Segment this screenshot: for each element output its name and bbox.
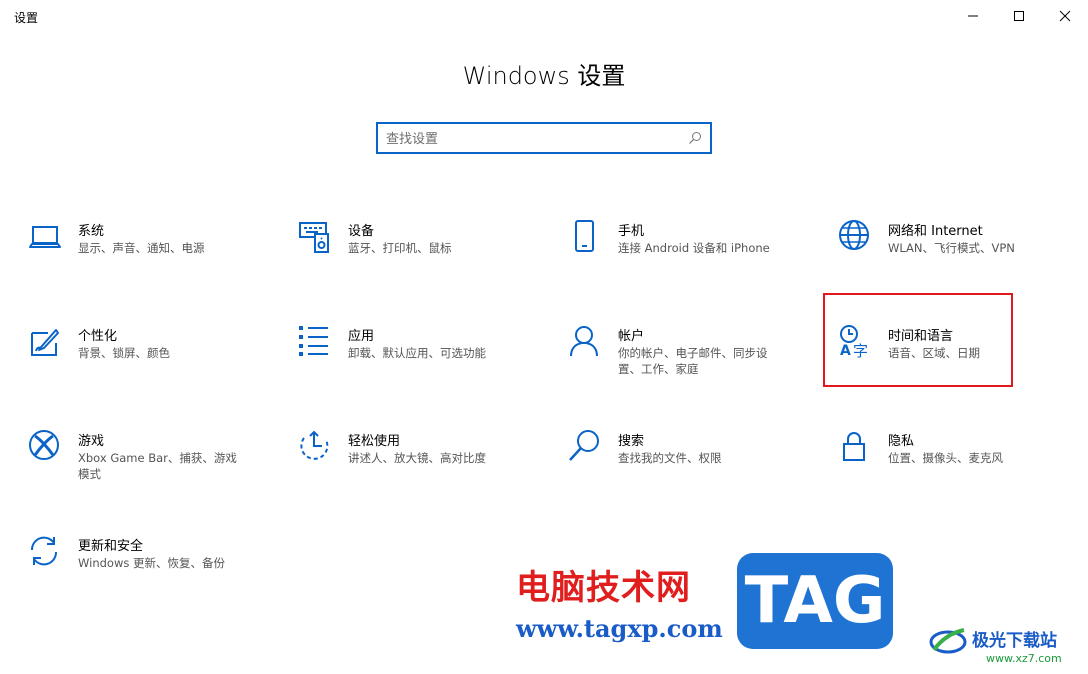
- tile-personalization[interactable]: 个性化 背景、锁屏、颜色: [28, 325, 258, 395]
- tile-desc: WLAN、飞行模式、VPN: [888, 241, 1015, 255]
- tile-ease-of-access[interactable]: 轻松使用 讲述人、放大镜、高对比度: [298, 430, 528, 500]
- close-button[interactable]: [1042, 0, 1088, 32]
- watermark-brand-url: www.xz7.com: [986, 652, 1062, 665]
- watermark-tag-logo: TAG: [737, 553, 893, 649]
- highlight-box: [823, 293, 1013, 387]
- person-icon: [568, 325, 602, 359]
- tile-title: 应用: [348, 329, 375, 344]
- devices-icon: [298, 220, 332, 254]
- tile-gaming[interactable]: 游戏 Xbox Game Bar、捕获、游戏模式: [28, 430, 258, 500]
- tile-update-security[interactable]: 更新和安全 Windows 更新、恢复、备份: [28, 535, 258, 605]
- maximize-icon: [1014, 11, 1024, 21]
- tile-devices[interactable]: 设备 蓝牙、打印机、鼠标: [298, 220, 528, 290]
- search-icon: [568, 430, 602, 464]
- watermark-site-name: 电脑技术网: [516, 568, 691, 608]
- tile-privacy[interactable]: 隐私 位置、摄像头、麦克风: [838, 430, 1068, 500]
- app-title: 设置: [14, 11, 39, 25]
- tile-desc: 连接 Android 设备和 iPhone: [618, 241, 770, 255]
- tile-title: 轻松使用: [348, 434, 401, 449]
- tile-desc: 讲述人、放大镜、高对比度: [348, 451, 486, 465]
- tile-desc: Windows 更新、恢复、备份: [78, 556, 225, 570]
- watermark-brand-logo: [929, 628, 967, 654]
- tile-desc: 查找我的文件、权限: [618, 451, 722, 465]
- minimize-button[interactable]: [950, 0, 996, 32]
- minimize-icon: [968, 15, 978, 17]
- tile-desc: 背景、锁屏、颜色: [78, 346, 170, 360]
- lock-icon: [838, 430, 872, 464]
- tile-title: 网络和 Internet: [888, 224, 983, 239]
- laptop-icon: [28, 220, 62, 254]
- search-box[interactable]: [376, 122, 712, 154]
- tile-title: 帐户: [618, 329, 645, 344]
- globe-icon: [838, 220, 872, 254]
- search-input[interactable]: [386, 129, 676, 149]
- tile-desc: 卸载、默认应用、可选功能: [348, 346, 486, 360]
- tile-apps[interactable]: 应用 卸载、默认应用、可选功能: [298, 325, 528, 395]
- tile-phone[interactable]: 手机 连接 Android 设备和 iPhone: [568, 220, 798, 290]
- watermark-site-url: www.tagxp.com: [516, 614, 723, 643]
- tile-desc: Xbox Game Bar、捕获、游戏模式: [78, 451, 237, 481]
- search-icon[interactable]: [688, 131, 702, 145]
- tile-desc: 你的帐户、电子邮件、同步设置、工作、家庭: [618, 346, 768, 376]
- tile-title: 手机: [618, 224, 645, 239]
- maximize-button[interactable]: [996, 0, 1042, 32]
- tile-title: 搜索: [618, 434, 645, 449]
- phone-icon: [568, 220, 602, 254]
- sync-icon: [28, 535, 62, 569]
- tile-title: 个性化: [78, 329, 118, 344]
- title-bar: 设置: [0, 0, 1088, 32]
- tile-network[interactable]: 网络和 Internet WLAN、飞行模式、VPN: [838, 220, 1068, 290]
- page-title: Windows 设置: [462, 62, 626, 90]
- tile-title: 设备: [348, 224, 375, 239]
- watermark-brand-name: 极光下载站: [972, 631, 1057, 651]
- tile-accounts[interactable]: 帐户 你的帐户、电子邮件、同步设置、工作、家庭: [568, 325, 798, 395]
- tile-desc: 蓝牙、打印机、鼠标: [348, 241, 452, 255]
- ease-of-access-icon: [298, 430, 332, 464]
- tile-title: 游戏: [78, 434, 105, 449]
- xbox-icon: [28, 430, 62, 464]
- tile-system[interactable]: 系统 显示、声音、通知、电源: [28, 220, 258, 290]
- tile-title: 更新和安全: [78, 539, 144, 554]
- paint-icon: [28, 325, 62, 359]
- tile-title: 隐私: [888, 434, 915, 449]
- tile-title: 系统: [78, 224, 105, 239]
- apps-list-icon: [298, 325, 332, 359]
- tile-search[interactable]: 搜索 查找我的文件、权限: [568, 430, 798, 500]
- tile-desc: 显示、声音、通知、电源: [78, 241, 205, 255]
- tile-desc: 位置、摄像头、麦克风: [888, 451, 1003, 465]
- close-icon: [1059, 10, 1071, 22]
